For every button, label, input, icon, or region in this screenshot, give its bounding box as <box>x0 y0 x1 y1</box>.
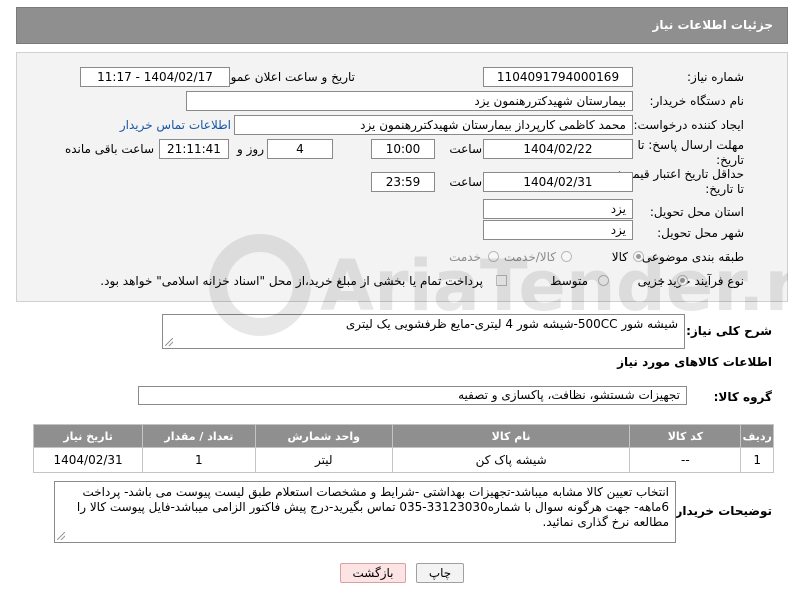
cell-row: 1 <box>740 447 774 473</box>
category-option-goods: کالا <box>611 250 628 264</box>
remaining-time-field: 21:11:41 <box>159 139 229 159</box>
cell-date: 1404/02/31 <box>32 447 144 473</box>
cell-name: شیشه پاک کن <box>391 447 631 473</box>
print-button[interactable]: چاپ <box>416 563 464 583</box>
deadline-label-2: تاریخ: <box>716 153 744 167</box>
deadline-date-field: 1404/02/22 <box>483 139 633 159</box>
province-field: یزد <box>483 199 633 219</box>
deadline-label: مهلت ارسال پاسخ: تا <box>637 138 744 152</box>
buyer-contact-link[interactable]: اطلاعات تماس خریدار <box>120 118 231 132</box>
goods-table-header: ردیف کد کالا نام کالا واحد شمارش تعداد /… <box>32 424 774 448</box>
col-row: ردیف <box>740 424 774 448</box>
need-number-label: شماره نیاز: <box>687 70 744 84</box>
need-number-field: 1104091794000169 <box>483 67 633 87</box>
general-desc-label: شرح کلی نیاز: <box>686 324 772 338</box>
treasury-payment-checkbox[interactable] <box>496 275 507 286</box>
process-label: نوع فرآیند خرید : <box>659 274 744 288</box>
validity-time-label: ساعت <box>449 175 482 189</box>
buyer-org-label: نام دستگاه خریدار: <box>649 94 745 108</box>
category-radio-service[interactable] <box>488 251 499 262</box>
treasury-payment-note: پرداخت تمام یا بخشی از مبلغ خرید،از محل … <box>100 274 483 288</box>
cell-unit: لیتر <box>254 447 393 473</box>
process-radio-minor[interactable] <box>677 275 688 286</box>
page-title: جزئیات اطلاعات نیاز <box>652 18 773 32</box>
validity-label-2: تا تاریخ: <box>705 182 744 196</box>
col-unit: واحد شمارش <box>254 424 393 448</box>
goods-table: ردیف کد کالا نام کالا واحد شمارش تعداد /… <box>32 424 774 473</box>
announce-field: 1404/02/17 - 11:17 <box>80 67 230 87</box>
deadline-days-label: روز و <box>237 142 264 156</box>
buyer-notes-text: انتخاب تعیین کالا مشابه میباشد-تجهیزات ب… <box>76 485 669 529</box>
buyer-notes-field: انتخاب تعیین کالا مشابه میباشد-تجهیزات ب… <box>54 481 676 543</box>
city-field: یزد <box>483 220 633 240</box>
announce-label: تاریخ و ساعت اعلان عمومی: <box>210 70 355 84</box>
col-qty: تعداد / مقدار <box>142 424 256 448</box>
goods-group-field: تجهیزات شستشو، نظافت، پاکسازی و تصفیه <box>138 386 687 405</box>
city-label: شهر محل تحویل: <box>657 226 744 240</box>
creator-field: محمد کاظمی کارپرداز بیمارستان شهیدکتررهن… <box>234 115 633 135</box>
category-option-service: خدمت <box>449 250 481 264</box>
col-name: نام کالا <box>391 424 631 448</box>
creator-label: ایجاد کننده درخواست: <box>633 118 744 132</box>
table-row: 1 -- شیشه پاک کن لیتر 1 1404/02/31 <box>32 447 774 473</box>
validity-label: حداقل تاریخ اعتبار قیمت: <box>617 167 744 181</box>
category-radio-goods-service[interactable] <box>561 251 572 262</box>
buyer-notes-label: توضیحات خریدار: <box>670 504 772 518</box>
col-code: کد کالا <box>629 424 742 448</box>
general-desc-text: شیشه شور 500CC-شیشه شور 4 لیتری-مایع ظرف… <box>345 317 678 331</box>
process-option-minor: جزیی <box>637 274 665 288</box>
cell-qty: 1 <box>142 447 256 473</box>
validity-time-field: 23:59 <box>371 172 435 192</box>
col-date: تاریخ نیاز <box>32 424 144 448</box>
goods-info-title: اطلاعات کالاهای مورد نیاز <box>617 355 772 369</box>
category-option-goods-service: کالا/خدمت <box>503 250 556 264</box>
goods-group-label: گروه کالا: <box>713 390 772 404</box>
province-label: استان محل تحویل: <box>649 205 744 219</box>
page-header: جزئیات اطلاعات نیاز <box>16 7 788 44</box>
cell-code: -- <box>629 447 742 473</box>
buyer-org-field: بیمارستان شهیدکتررهنمون یزد <box>186 91 633 111</box>
process-option-medium: متوسط <box>550 274 588 288</box>
resize-grip-icon[interactable] <box>165 338 173 346</box>
process-radio-medium[interactable] <box>598 275 609 286</box>
back-button[interactable]: بازگشت <box>340 563 406 583</box>
deadline-days-field: 4 <box>267 139 333 159</box>
general-desc-field: شیشه شور 500CC-شیشه شور 4 لیتری-مایع ظرف… <box>162 314 685 349</box>
remaining-time-label: ساعت باقی مانده <box>64 142 154 156</box>
validity-date-field: 1404/02/31 <box>483 172 633 192</box>
deadline-time-label: ساعت <box>449 142 482 156</box>
category-radio-goods[interactable] <box>633 251 644 262</box>
resize-grip-icon[interactable] <box>57 532 65 540</box>
deadline-time-field: 10:00 <box>371 139 435 159</box>
category-label: طبقه بندی موضوعی: <box>637 250 744 264</box>
